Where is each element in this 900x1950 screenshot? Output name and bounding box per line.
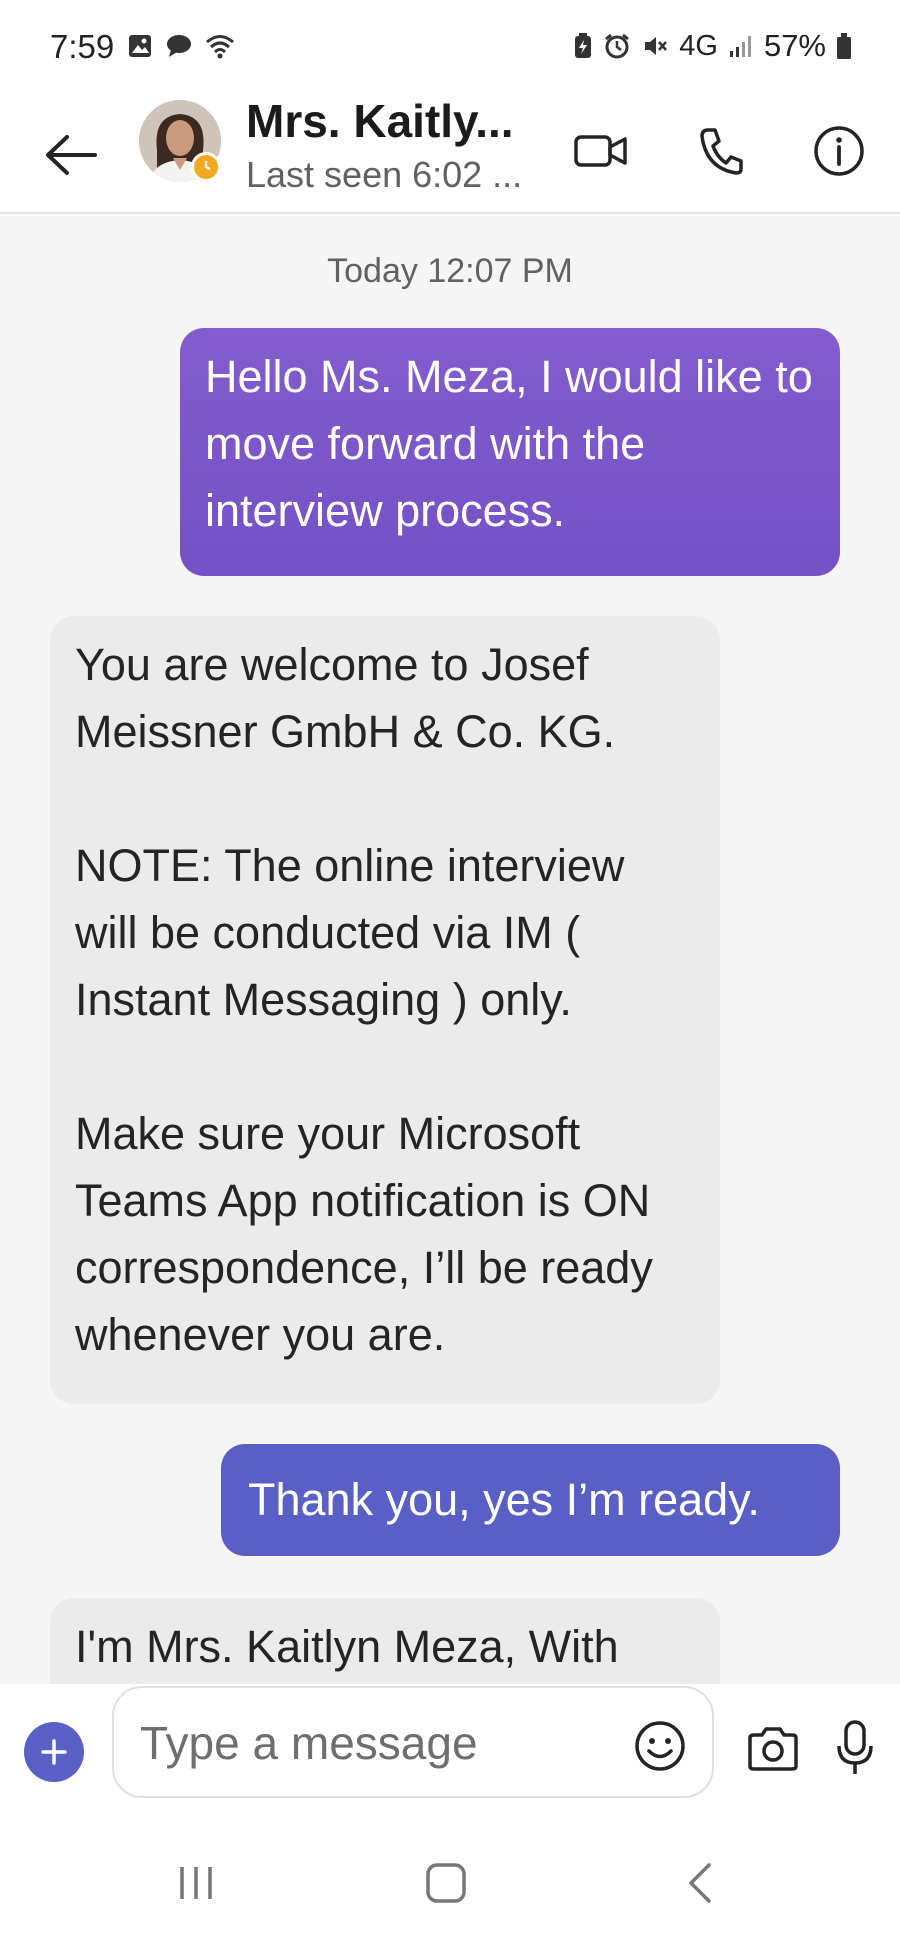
contact-last-seen: Last seen 6:02 ... — [246, 154, 523, 195]
recent-apps-button[interactable] — [156, 1848, 236, 1918]
video-camera-icon — [574, 135, 627, 167]
home-button[interactable] — [406, 1848, 486, 1918]
chat-notification-icon — [167, 35, 191, 57]
emoji-button[interactable] — [632, 1718, 688, 1774]
camera-button[interactable] — [744, 1720, 802, 1778]
chat-header: Mrs. Kaitly... Last seen 6:02 ... — [0, 94, 900, 214]
compose-bar — [0, 1684, 900, 1814]
microphone-button[interactable] — [830, 1716, 880, 1780]
message-list[interactable]: Today 12:07 PM Hello Ms. Meza, I would l… — [0, 216, 900, 1684]
network-type: 4G — [679, 29, 718, 62]
alarm-icon — [605, 33, 630, 59]
gallery-notification-icon — [129, 35, 151, 57]
outgoing-message[interactable]: Hello Ms. Meza, I would like to move for… — [180, 328, 840, 576]
back-button[interactable] — [36, 120, 106, 190]
microphone-icon — [837, 1720, 873, 1774]
incoming-message[interactable]: I'm Mrs. Kaitlyn Meza, With — [50, 1598, 720, 1684]
chevron-left-icon — [689, 1863, 711, 1903]
contact-name[interactable]: Mrs. Kaitly... — [246, 94, 514, 148]
battery-percentage: 57% — [763, 28, 826, 63]
wifi-icon — [206, 35, 234, 59]
status-time: 7:59 — [50, 28, 115, 65]
chat-info-button[interactable] — [804, 116, 874, 186]
battery-icon — [837, 33, 851, 59]
recent-apps-icon — [180, 1867, 212, 1899]
phone-icon — [700, 128, 743, 175]
system-back-button[interactable] — [660, 1848, 740, 1918]
home-icon — [426, 1863, 466, 1903]
system-navigation-bar — [0, 1814, 900, 1950]
video-call-button[interactable] — [566, 116, 636, 186]
message-input-box[interactable] — [112, 1686, 714, 1798]
status-bar: 7:59 4G 57% — [0, 0, 900, 96]
camera-icon — [748, 1727, 798, 1771]
plus-icon — [41, 1739, 67, 1765]
mute-icon — [645, 37, 668, 55]
clock-icon — [204, 161, 211, 170]
info-icon — [814, 126, 864, 176]
emoji-icon — [635, 1721, 685, 1771]
status-system-icons: 4G 57% — [573, 28, 852, 64]
presence-away-badge — [191, 152, 221, 182]
arrow-left-icon — [46, 135, 97, 175]
audio-call-button[interactable] — [686, 116, 756, 186]
date-separator: Today 12:07 PM — [327, 252, 573, 290]
battery-saver-icon — [575, 33, 592, 58]
incoming-message[interactable]: You are welcome to Josef Meissner GmbH &… — [50, 616, 720, 1404]
signal-icon — [729, 36, 751, 57]
outgoing-message[interactable]: Thank you, yes I’m ready. — [221, 1444, 840, 1556]
add-attachment-button[interactable] — [24, 1722, 84, 1782]
status-notification-icons — [127, 33, 235, 59]
message-input[interactable] — [140, 1714, 600, 1772]
